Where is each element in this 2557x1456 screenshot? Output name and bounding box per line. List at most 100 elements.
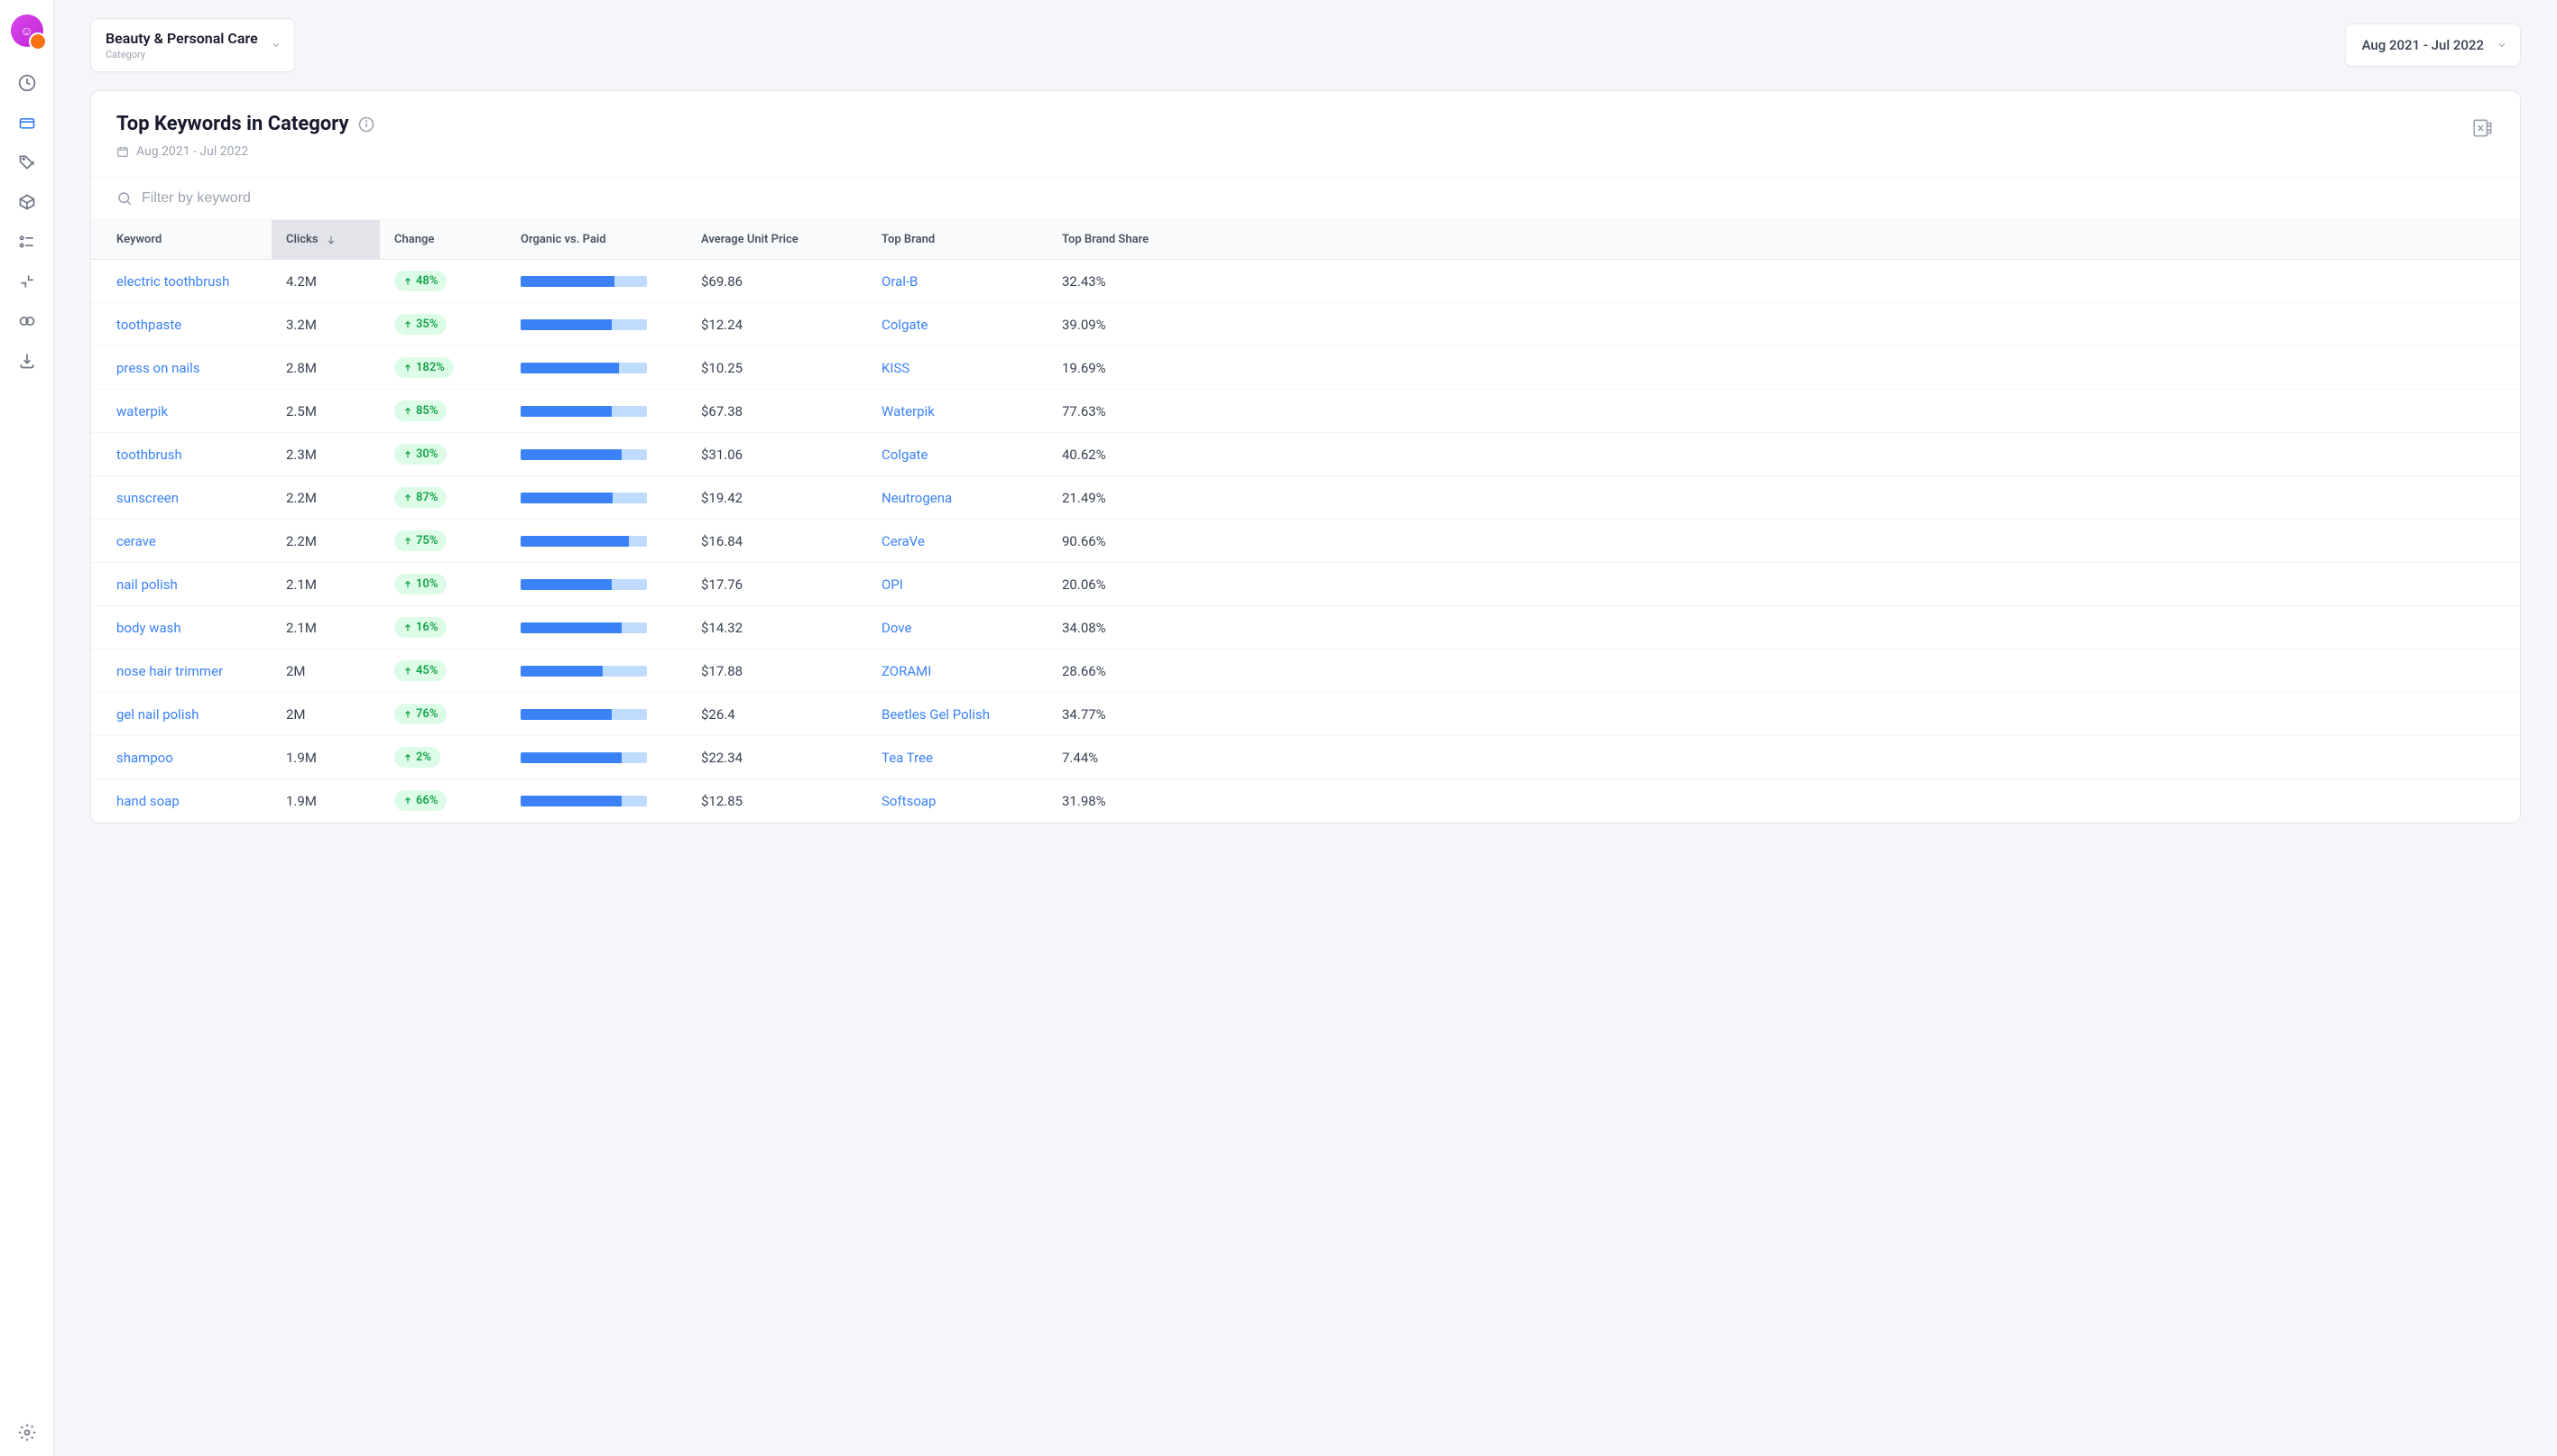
change-cell: 75%	[380, 520, 506, 562]
settings-icon[interactable]	[18, 1424, 36, 1442]
share-value: 7.44%	[1048, 739, 2520, 777]
keywords-card: Top Keywords in Category Aug 2021 - Jul …	[90, 90, 2521, 824]
share-value: 77.63%	[1048, 392, 2520, 430]
keyword-link[interactable]: nose hair trimmer	[91, 652, 272, 690]
keyword-link[interactable]: gel nail polish	[91, 696, 272, 733]
brand-link[interactable]: OPI	[867, 566, 1048, 604]
price-value: $19.42	[687, 479, 867, 517]
price-value: $17.88	[687, 652, 867, 690]
brand-link[interactable]: Neutrogena	[867, 479, 1048, 517]
keyword-link[interactable]: electric toothbrush	[91, 263, 272, 300]
organic-bar	[521, 622, 647, 633]
brand-link[interactable]: Dove	[867, 609, 1048, 647]
col-price[interactable]: Average Unit Price	[687, 220, 867, 259]
organic-cell	[506, 438, 687, 471]
filter-row	[91, 178, 2520, 220]
col-change[interactable]: Change	[380, 220, 506, 259]
change-cell: 66%	[380, 779, 506, 822]
category-title: Beauty & Personal Care	[106, 30, 258, 47]
organic-cell	[506, 395, 687, 428]
organic-bar	[521, 276, 647, 287]
organic-bar	[521, 406, 647, 417]
share-value: 32.43%	[1048, 263, 2520, 300]
brand-link[interactable]: Softsoap	[867, 782, 1048, 820]
share-value: 20.06%	[1048, 566, 2520, 604]
col-organic[interactable]: Organic vs. Paid	[506, 220, 687, 259]
change-cell: 16%	[380, 606, 506, 649]
table-row: body wash 2.1M 16% $14.32 Dove 34.08%	[91, 606, 2520, 650]
clicks-value: 4.2M	[272, 263, 380, 300]
keyword-link[interactable]: waterpik	[91, 392, 272, 430]
change-cell: 85%	[380, 390, 506, 432]
brand-link[interactable]: CeraVe	[867, 522, 1048, 560]
brand-link[interactable]: Waterpik	[867, 392, 1048, 430]
clicks-value: 2.8M	[272, 349, 380, 387]
arrow-up-icon	[403, 623, 412, 632]
change-cell: 30%	[380, 433, 506, 475]
info-icon[interactable]	[358, 116, 374, 133]
card-date: Aug 2021 - Jul 2022	[116, 144, 2495, 159]
keyword-link[interactable]: shampoo	[91, 739, 272, 777]
keyword-link[interactable]: toothpaste	[91, 306, 272, 344]
col-clicks[interactable]: Clicks	[272, 220, 380, 259]
organic-bar	[521, 579, 647, 590]
organic-bar	[521, 709, 647, 720]
brand-link[interactable]: KISS	[867, 349, 1048, 387]
keyword-link[interactable]: hand soap	[91, 782, 272, 820]
brand-link[interactable]: Colgate	[867, 436, 1048, 474]
brand-link[interactable]: Tea Tree	[867, 739, 1048, 777]
clicks-value: 2M	[272, 652, 380, 690]
keyword-link[interactable]: nail polish	[91, 566, 272, 604]
change-badge: 45%	[394, 660, 447, 681]
keyword-link[interactable]: sunscreen	[91, 479, 272, 517]
clock-icon[interactable]	[18, 74, 36, 92]
change-badge: 48%	[394, 271, 447, 291]
keyword-link[interactable]: body wash	[91, 609, 272, 647]
category-dropdown[interactable]: Beauty & Personal Care Category	[90, 18, 295, 72]
keyword-link[interactable]: cerave	[91, 522, 272, 560]
change-badge: 30%	[394, 444, 447, 465]
organic-cell	[506, 785, 687, 817]
change-cell: 182%	[380, 346, 506, 389]
clicks-value: 2M	[272, 696, 380, 733]
col-brand[interactable]: Top Brand	[867, 220, 1048, 259]
change-cell: 76%	[380, 693, 506, 735]
keyword-link[interactable]: press on nails	[91, 349, 272, 387]
topbar: Beauty & Personal Care Category Aug 2021…	[54, 0, 2557, 90]
compress-icon[interactable]	[18, 272, 36, 290]
list-icon[interactable]	[18, 233, 36, 251]
brand-link[interactable]: Oral-B	[867, 263, 1048, 300]
arrow-up-icon	[403, 277, 412, 286]
main-content: Beauty & Personal Care Category Aug 2021…	[54, 0, 2557, 1456]
table-row: gel nail polish 2M 76% $26.4 Beetles Gel…	[91, 693, 2520, 736]
card-icon[interactable]	[18, 114, 36, 132]
logo[interactable]: ☺	[11, 14, 43, 47]
col-keyword[interactable]: Keyword	[91, 220, 272, 259]
link-icon[interactable]	[18, 312, 36, 330]
change-badge: 35%	[394, 314, 447, 335]
change-badge: 87%	[394, 487, 447, 508]
arrow-up-icon	[403, 753, 412, 762]
keyword-link[interactable]: toothbrush	[91, 436, 272, 474]
filter-input[interactable]	[142, 190, 2495, 207]
tag-icon[interactable]	[18, 153, 36, 171]
brand-link[interactable]: ZORAMI	[867, 652, 1048, 690]
brand-link[interactable]: Beetles Gel Polish	[867, 696, 1048, 733]
card-title: Top Keywords in Category	[116, 113, 349, 135]
change-badge: 182%	[394, 357, 454, 378]
col-share[interactable]: Top Brand Share	[1048, 220, 2520, 259]
chevron-down-icon	[2497, 40, 2507, 51]
box-icon[interactable]	[18, 193, 36, 211]
download-icon[interactable]	[18, 352, 36, 370]
organic-cell	[506, 265, 687, 298]
brand-link[interactable]: Colgate	[867, 306, 1048, 344]
organic-bar	[521, 666, 647, 677]
clicks-value: 2.5M	[272, 392, 380, 430]
share-value: 34.08%	[1048, 609, 2520, 647]
change-badge: 10%	[394, 574, 447, 594]
arrow-up-icon	[403, 493, 412, 502]
share-value: 21.49%	[1048, 479, 2520, 517]
date-range-dropdown[interactable]: Aug 2021 - Jul 2022	[2345, 23, 2521, 67]
organic-bar	[521, 752, 647, 763]
export-excel-icon[interactable]	[2471, 116, 2495, 140]
